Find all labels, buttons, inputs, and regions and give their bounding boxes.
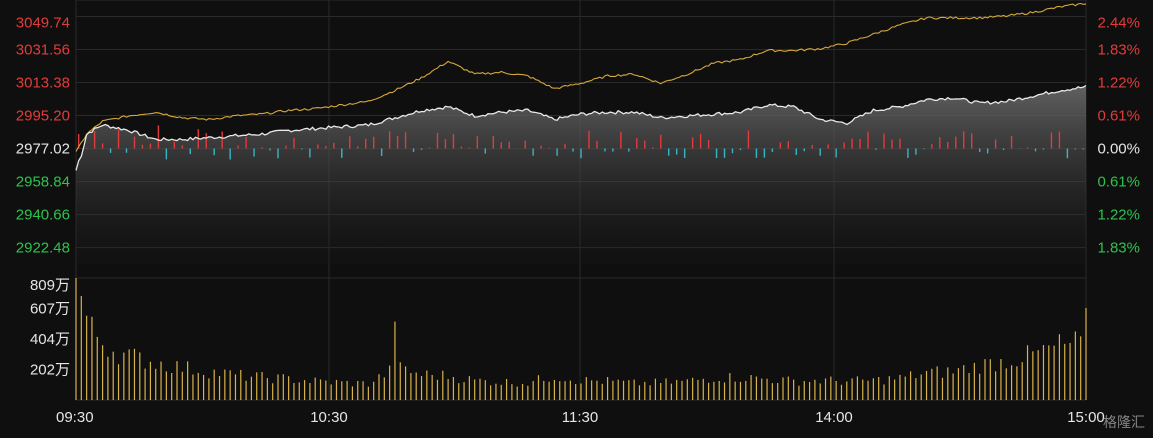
percent-tick-label: 0.61% <box>1097 174 1140 191</box>
percent-tick-label: 0.61% <box>1097 108 1140 125</box>
price-tick-label: 2995.20 <box>16 108 70 125</box>
volume-tick-label: 607万 <box>30 300 70 317</box>
volume-axis: 809万 607万 404万 202万 <box>30 277 70 379</box>
price-axis-right: 2.44% 1.83% 1.22% 0.61% 0.00% 0.61% 1.22% 1.83% <box>1097 15 1140 257</box>
price-tick-label: 3013.38 <box>16 75 70 92</box>
price-tick-label: 2922.48 <box>16 240 70 257</box>
price-axis-left: 3049.74 3031.56 3013.38 2995.20 2977.02 2958.… <box>16 15 70 257</box>
volume-tick-label: 202万 <box>30 362 70 379</box>
volume-tick-label: 809万 <box>30 277 70 294</box>
price-tick-label: 2940.66 <box>16 207 70 224</box>
price-tick-label: 3031.56 <box>16 42 70 59</box>
intraday-chart: 3049.74 3031.56 3013.38 2995.20 2977.02 2958.… <box>16 0 1140 426</box>
time-tick-label: 15:00 <box>1067 409 1105 426</box>
time-tick-label: 14:00 <box>815 409 853 426</box>
time-tick-label: 09:30 <box>56 409 94 426</box>
percent-tick-label: 2.44% <box>1097 15 1140 32</box>
percent-tick-label: 0.00% <box>1097 141 1140 158</box>
volume-tick-label: 404万 <box>30 331 70 348</box>
watermark: 格隆汇 <box>1103 415 1145 431</box>
percent-tick-label: 1.83% <box>1097 42 1140 59</box>
time-tick-label: 11:30 <box>562 409 598 426</box>
percent-tick-label: 1.83% <box>1097 240 1140 257</box>
price-tick-label: 2977.02 <box>16 141 70 158</box>
time-tick-label: 10:30 <box>310 409 348 426</box>
percent-tick-label: 1.22% <box>1097 75 1140 92</box>
percent-tick-label: 1.22% <box>1097 207 1140 224</box>
price-tick-label: 2958.84 <box>16 174 70 191</box>
volume-bars <box>75 278 1087 400</box>
time-axis: 09:30 10:30 11:30 14:00 15:00 <box>56 409 1105 426</box>
price-tick-label: 3049.74 <box>16 15 70 32</box>
